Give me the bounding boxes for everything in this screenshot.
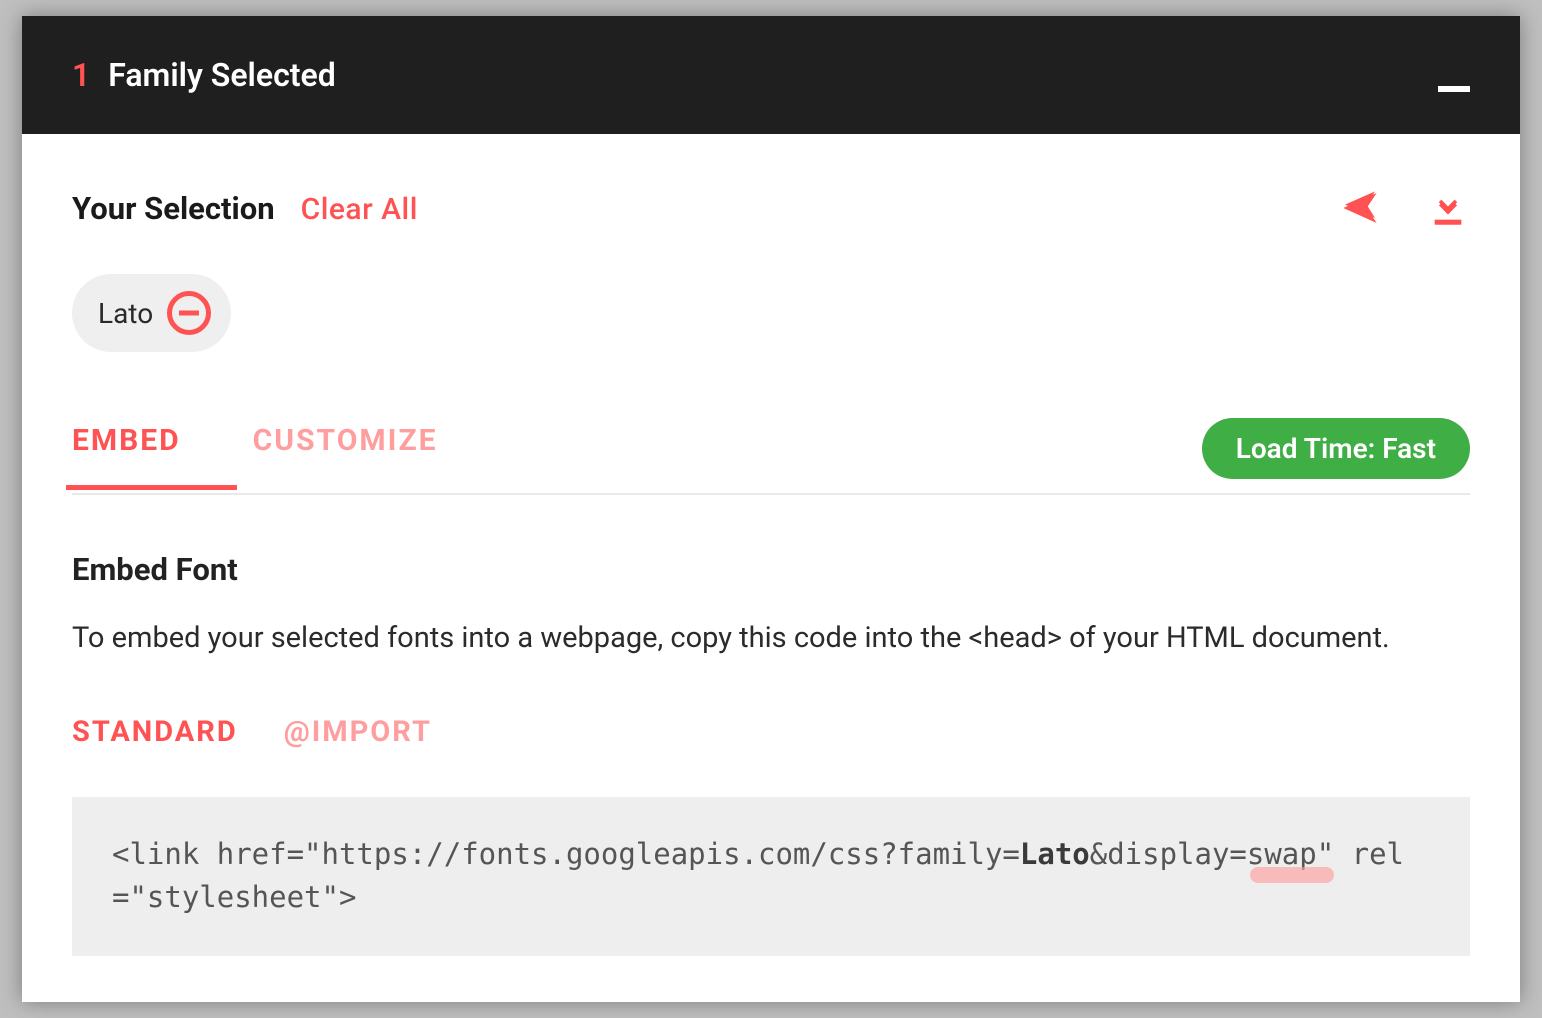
font-selection-panel: 1 Family Selected Your Selection Clear A… (22, 16, 1520, 1002)
selection-heading-wrap: Your Selection Clear All (72, 190, 418, 227)
embed-description: To embed your selected fonts into a webp… (72, 616, 1412, 661)
code-family: Lato (1020, 837, 1090, 871)
clear-all-button[interactable]: Clear All (301, 192, 418, 227)
code-prefix: <link href="https://fonts.googleapis.com… (112, 837, 1020, 871)
download-icon[interactable] (1426, 186, 1470, 230)
main-tab-row: EMBED CUSTOMIZE Load Time: Fast (72, 418, 1470, 495)
minimize-button[interactable] (1436, 52, 1472, 98)
family-chip-lato: Lato (72, 274, 231, 352)
remove-family-button[interactable] (167, 291, 211, 335)
embed-font-heading: Embed Font (72, 551, 1470, 588)
selection-actions (1338, 186, 1470, 230)
embed-code-block[interactable]: <link href="https://fonts.googleapis.com… (72, 797, 1470, 956)
family-chip-label: Lato (98, 297, 153, 330)
sub-tab-import[interactable]: @IMPORT (284, 715, 432, 749)
main-tabs: EMBED CUSTOMIZE (72, 423, 438, 488)
panel-content: Your Selection Clear All Lato EMBED C (22, 134, 1520, 1002)
sub-tab-standard[interactable]: STANDARD (72, 715, 238, 749)
selection-row: Your Selection Clear All (72, 186, 1470, 230)
panel-header: 1 Family Selected (22, 16, 1520, 134)
embed-sub-tabs: STANDARD @IMPORT (72, 715, 1470, 749)
panel-title: Family Selected (108, 56, 335, 94)
share-icon[interactable] (1338, 186, 1382, 230)
panel-title-wrap: 1 Family Selected (72, 56, 336, 94)
selected-count: 1 (72, 56, 90, 94)
selected-families: Lato (72, 274, 1470, 352)
minimize-icon (1438, 86, 1470, 92)
embed-section: Embed Font To embed your selected fonts … (72, 495, 1470, 956)
your-selection-heading: Your Selection (72, 190, 275, 227)
load-time-badge: Load Time: Fast (1202, 418, 1470, 479)
tab-customize[interactable]: CUSTOMIZE (253, 423, 438, 488)
tab-embed[interactable]: EMBED (72, 423, 181, 488)
